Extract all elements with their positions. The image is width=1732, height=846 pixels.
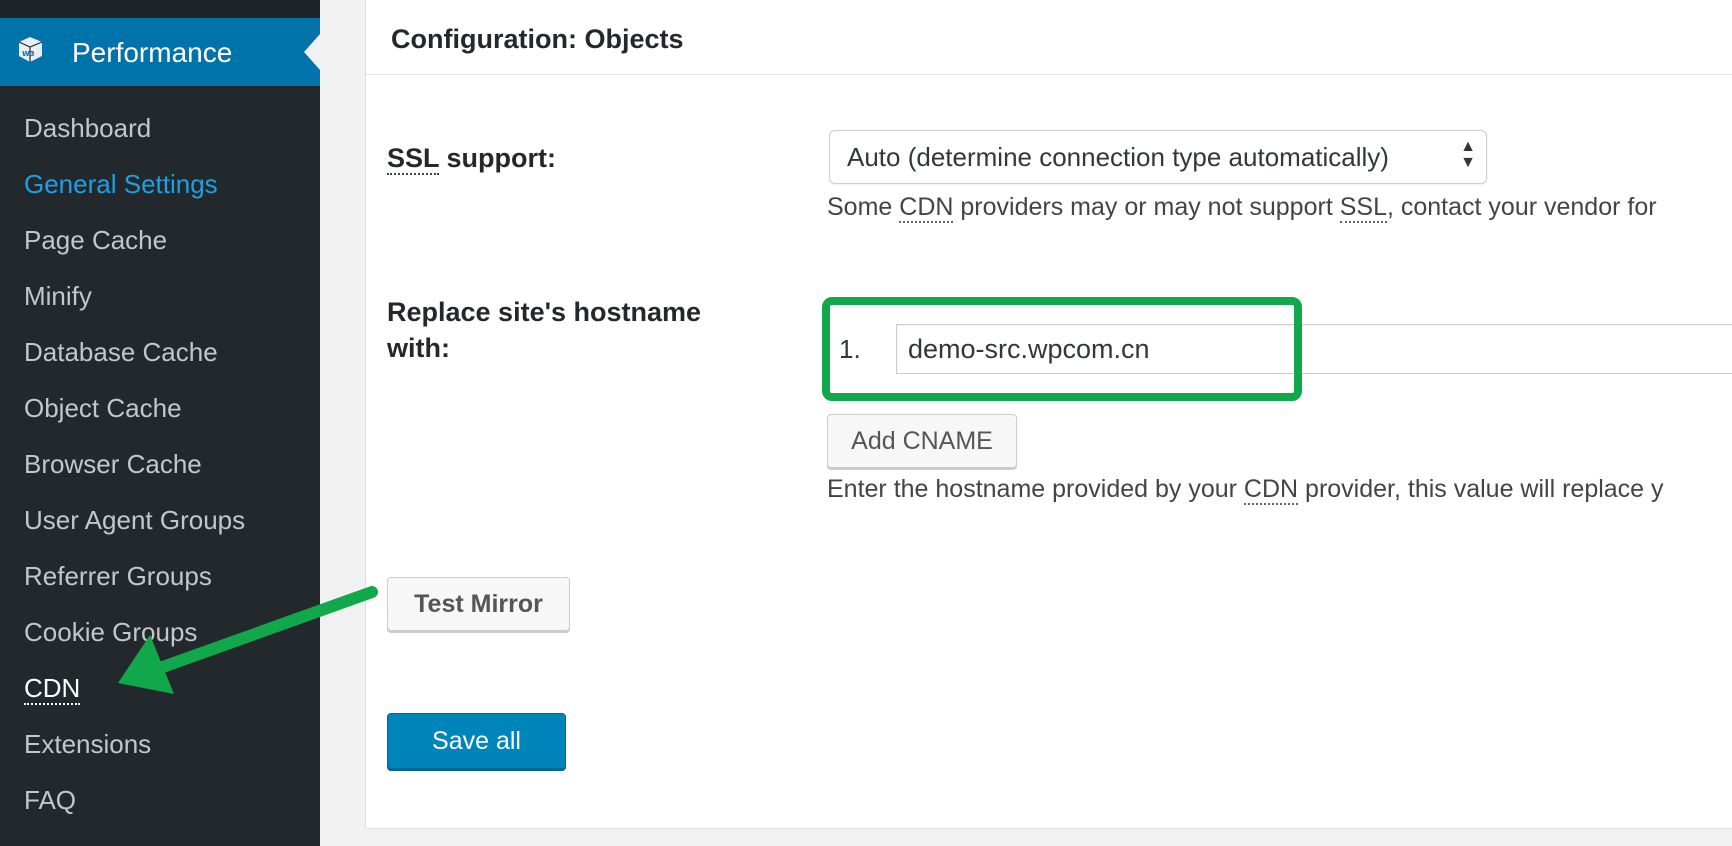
admin-bar-edge [0, 0, 320, 18]
sidebar-item-referrer-groups[interactable]: Referrer Groups [0, 548, 320, 604]
hostname-description: Enter the hostname provided by your CDN … [827, 475, 1664, 505]
panel-title: Configuration: Objects [391, 24, 684, 54]
hostname-desc-text-2: provider, this value will replace y [1298, 475, 1664, 503]
ssl-desc-cdn-abbr: CDN [899, 193, 954, 223]
sidebar-item-cdn-label: CDN [24, 673, 81, 705]
sidebar-item-object-cache[interactable]: Object Cache [0, 380, 320, 436]
sidebar-item-extensions[interactable]: Extensions [0, 716, 320, 772]
hostname-label-line1: Replace site's hostname [387, 297, 702, 327]
sidebar-item-browser-cache[interactable]: Browser Cache [0, 436, 320, 492]
add-cname-button[interactable]: Add CNAME [827, 414, 1017, 468]
ssl-support-label: SSL support: [387, 140, 556, 176]
sidebar-item-database-cache[interactable]: Database Cache [0, 324, 320, 380]
cname-hostname-value: demo-src.wpcom.cn [908, 334, 1150, 364]
svg-text:W3: W3 [22, 50, 35, 58]
sidebar-item-cookie-groups[interactable]: Cookie Groups [0, 604, 320, 660]
ssl-desc-text-2: providers may or may not support [953, 193, 1340, 221]
performance-submenu: Dashboard General Settings Page Cache Mi… [0, 100, 320, 828]
w3tc-logo-icon: W3 [18, 37, 43, 62]
sidebar-item-general-settings[interactable]: General Settings [0, 156, 320, 212]
cname-index: 1. [839, 334, 861, 364]
sidebar-item-faq[interactable]: FAQ [0, 772, 320, 828]
hostname-desc-text-1: Enter the hostname provided by your [827, 475, 1244, 503]
hostname-desc-cdn-abbr: CDN [1243, 475, 1299, 505]
configuration-objects-panel: Configuration: Objects SSL support: Auto… [365, 0, 1732, 829]
sidebar-item-page-cache[interactable]: Page Cache [0, 212, 320, 268]
ssl-desc-text-1: Some [827, 193, 900, 221]
menu-performance[interactable]: W3 Performance [0, 18, 320, 86]
hostname-label-line2: with: [387, 333, 450, 363]
ssl-select-value: Auto (determine connection type automati… [847, 142, 1389, 172]
select-updown-icon: ▲ ▼ [1460, 138, 1476, 171]
ssl-description: Some CDN providers may or may not suppor… [827, 193, 1657, 223]
ssl-abbr: SSL [387, 143, 440, 175]
cname-hostname-input[interactable]: demo-src.wpcom.cn [896, 324, 1732, 374]
ssl-support-select[interactable]: Auto (determine connection type automati… [829, 130, 1487, 184]
sidebar-item-cdn[interactable]: CDN [0, 660, 320, 716]
hostname-label: Replace site's hostname with: [387, 294, 701, 366]
ssl-desc-ssl-abbr: SSL [1339, 193, 1387, 223]
save-all-settings-button[interactable]: Save all settings [387, 713, 566, 809]
admin-sidebar: W3 Performance Dashboard General Setting… [0, 0, 320, 846]
menu-title: Performance [72, 37, 233, 68]
menu-current-caret [304, 34, 320, 70]
ssl-desc-text-3: , contact your vendor for [1386, 193, 1657, 221]
sidebar-item-dashboard[interactable]: Dashboard [0, 100, 320, 156]
sidebar-item-minify[interactable]: Minify [0, 268, 320, 324]
panel-header: Configuration: Objects [366, 0, 1732, 75]
sidebar-item-user-agent-groups[interactable]: User Agent Groups [0, 492, 320, 548]
ssl-label-rest: support: [439, 143, 557, 173]
test-mirror-button[interactable]: Test Mirror [387, 577, 570, 631]
